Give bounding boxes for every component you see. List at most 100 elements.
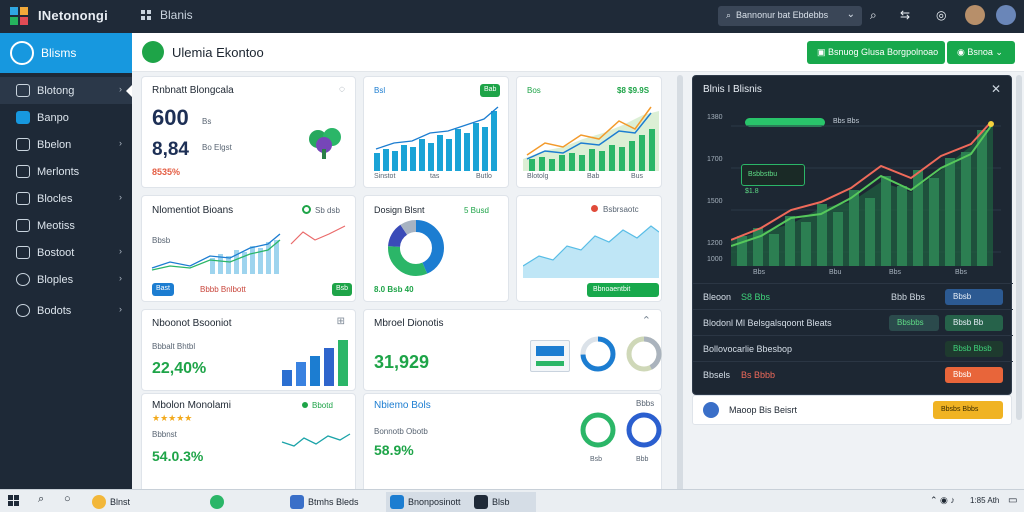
windows-icon[interactable]	[8, 495, 20, 507]
chevron-right-icon: ›	[119, 246, 122, 256]
bar-chart-card[interactable]: Bsl Bab Sinstot tas Butlo	[363, 76, 509, 188]
row-button[interactable]: Bbsb	[945, 367, 1003, 383]
panel-row[interactable]: Bleoon S8 Bbs Bbb Bbs Bbsb	[693, 283, 1013, 309]
tooltip-text: Bsbbstbu	[748, 171, 778, 178]
row-mid: Bbb Bbs	[891, 292, 926, 302]
notification-icon[interactable]: ▭	[1008, 495, 1017, 506]
taskbar-item[interactable]: Btmhs Bleds	[286, 492, 382, 512]
scrollbar[interactable]	[677, 75, 683, 495]
tray-icons[interactable]: ⌃ ◉ ♪	[930, 495, 955, 506]
more-icon[interactable]: ◌	[339, 84, 345, 95]
sidebar-item-8[interactable]: Bloples ›	[0, 266, 132, 293]
sidebar-item-label: Banpo	[37, 112, 69, 124]
sidebar-item-2[interactable]: Banpo	[0, 104, 132, 131]
close-icon[interactable]: ✕	[991, 82, 1001, 96]
line-chart-card[interactable]: Bos $8 $9.9S Blotolg Bab Bus	[516, 76, 662, 188]
row-button[interactable]: Bbsb	[945, 289, 1003, 305]
taskbar-item[interactable]	[206, 492, 236, 512]
secondary-action-button[interactable]: ◉ Bsnoa ⌄	[947, 41, 1015, 64]
browser-icon	[92, 495, 106, 509]
top-tab[interactable]: Blanis	[160, 8, 193, 22]
taskbar-item[interactable]: Blnst	[88, 492, 198, 512]
area-chart-card[interactable]: Bsbrsaotc Bbnoaentbit	[516, 195, 662, 302]
sidebar: Blisms Blotong › Banpo Bbelon › Merlonts B…	[0, 33, 132, 489]
folder-icon	[16, 246, 30, 259]
taskbar-label: Blnst	[110, 497, 131, 507]
card-subtitle: Bbbnst	[152, 430, 177, 439]
monitor-card[interactable]: Nlomentiot Bioans Sb dsb Bbsb Bast Bbbb …	[141, 195, 356, 302]
sidebar-item-7[interactable]: Bostoot ›	[0, 239, 132, 266]
search-icon[interactable]: ⌕	[870, 8, 877, 23]
page-title: Ulemia Ekontoo	[172, 45, 264, 60]
sidebar-item-6[interactable]: Meotiss	[0, 212, 132, 239]
rating-card[interactable]: Mbolon Monolami Bbotd ★★★★★ Bbbnst 54.0.…	[141, 393, 356, 503]
link-icon[interactable]: ⇆	[900, 8, 910, 22]
row-button-label: Bbsb	[953, 370, 972, 379]
star-rating: ★★★★★	[152, 413, 193, 423]
taskbar-item[interactable]: Blsb	[470, 492, 536, 512]
sidebar-item-label: Bostoot	[37, 247, 75, 259]
sidebar-item-5[interactable]: Blocles ›	[0, 185, 132, 212]
panel-row[interactable]: Blodonl Ml Belsgalsqoont Bleats Bbsbbs B…	[693, 309, 1013, 335]
box-icon	[16, 111, 30, 124]
search-input[interactable]: ⌕ Bannonur bat Ebdebbs ⌄	[718, 6, 862, 26]
grid-icon[interactable]: ⊞	[337, 316, 345, 327]
search-value: Bannonur bat Ebdebbs	[736, 10, 829, 20]
card-title: Nlomentiot Bioans	[152, 205, 234, 216]
top-bar: INetonongi Blanis ⌕ Bannonur bat Ebdebbs …	[0, 0, 1024, 33]
x-tick: Bbu	[829, 269, 842, 276]
footer-button-label: Bbsbs Bbbs	[941, 406, 979, 413]
list-icon	[16, 192, 30, 205]
avatar[interactable]	[996, 5, 1016, 25]
avatar[interactable]	[965, 5, 985, 25]
card-subtitle: Bbbalt Bhtbl	[152, 342, 196, 351]
row-button[interactable]: Bbsb Bbsb	[945, 341, 1003, 357]
sidebar-item-1[interactable]: Blotong ›	[0, 77, 132, 104]
metrics-card[interactable]: Mbroel Dionotis ⌃ 31,929	[363, 309, 662, 391]
donut-card[interactable]: Dosign Blsnt 5 Busd 8.0 Bsb 40	[363, 195, 509, 302]
primary-action-label: Bsnuog Glusa Borgpolnoao	[828, 47, 939, 57]
row-label: Blodonl Ml Belsgalsqoont Bleats	[703, 318, 832, 328]
axis-label: Sinstot	[374, 173, 396, 180]
rings-card[interactable]: Nbiemo Bols Bbbs Bonnotb Obotb 58.9% Bsb…	[363, 393, 662, 503]
conversion-card[interactable]: Nboonot Bsooniot ⊞ Bbbalt Bhtbl 22,40%	[141, 309, 356, 391]
app-icon	[474, 495, 488, 509]
status-dot-icon	[591, 205, 598, 212]
primary-action-button[interactable]: ▣ Bsnuog Glusa Borgpolnoao	[807, 41, 945, 64]
search-icon[interactable]: ⌕	[38, 493, 44, 506]
row-button[interactable]: Bbsb Bb	[945, 315, 1003, 331]
sidebar-item-3[interactable]: Bbelon ›	[0, 131, 132, 158]
row-value: Bs Bbbb	[741, 370, 776, 380]
taskbar-item[interactable]: Bnonposinott	[386, 492, 470, 512]
panel-row[interactable]: Bbsels Bs Bbbb Bbsb	[693, 361, 1013, 387]
card-title: Dosign Blsnt	[374, 205, 425, 215]
panel-footer[interactable]: Maoop Bis Beisrt Bbsbs Bbbs	[692, 395, 1012, 425]
chevron-up-icon[interactable]: ⌃	[642, 314, 651, 327]
grid-menu-icon[interactable]	[141, 10, 152, 21]
panel-row[interactable]: Bollovocarlie Bbesbop Bbsb Bbsb	[693, 335, 1013, 361]
stats-card[interactable]: Rnbnatt Blongcala ◌ 600 Bs 8,84 Bo Elgst…	[141, 76, 356, 188]
y-tick: 1500	[707, 198, 723, 205]
sidebar-item-label: Blocles	[37, 193, 73, 205]
sparkline	[281, 433, 351, 447]
sidebar-item-9[interactable]: Bodots ›	[0, 297, 132, 324]
notification-icon[interactable]: ◎	[936, 8, 946, 22]
delta-text: 8535%	[152, 167, 181, 177]
sidebar-header[interactable]: Blisms	[0, 33, 132, 73]
scrollbar[interactable]	[1016, 75, 1022, 420]
action-button[interactable]: Bbnoaentbit	[587, 283, 659, 297]
x-tick: Bbs	[753, 269, 766, 276]
chart-icon	[16, 138, 30, 151]
task-view-icon[interactable]: ○	[64, 493, 71, 505]
chevron-down-icon[interactable]: ⌄	[847, 9, 855, 20]
kpi-note: Bo Elgst	[202, 143, 232, 152]
chevron-right-icon: ›	[119, 304, 122, 314]
ring-chart	[580, 336, 616, 372]
row-value: S8 Bbs	[741, 292, 771, 302]
sidebar-item-4[interactable]: Merlonts	[0, 158, 132, 185]
panel-title: Blnis I Blisnis	[703, 84, 762, 95]
bar-chart	[282, 340, 348, 386]
y-tick: 1700	[707, 156, 723, 163]
footer-button[interactable]: Bbsbs Bbbs	[933, 401, 1003, 419]
card-title: Nboonot Bsooniot	[152, 318, 232, 329]
